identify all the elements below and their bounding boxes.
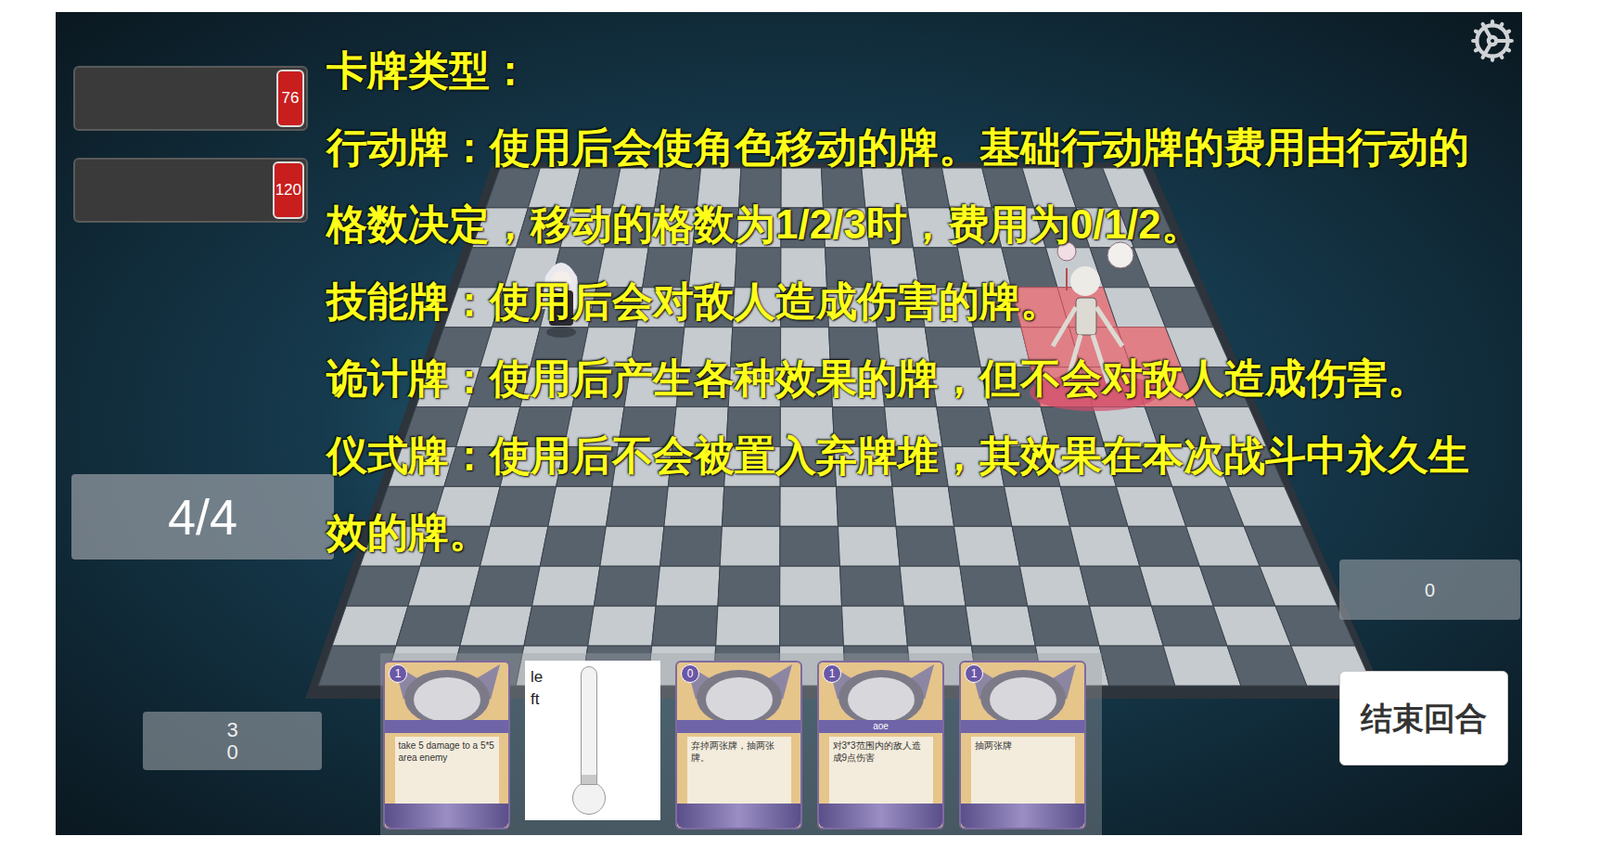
board-cell[interactable]	[1259, 565, 1338, 606]
board-cell[interactable]	[960, 565, 1028, 606]
thermometer-fill	[581, 774, 597, 784]
board-cell[interactable]	[470, 565, 540, 606]
board-cell[interactable]	[593, 565, 660, 606]
board-cell[interactable]	[1079, 565, 1152, 606]
board-cell[interactable]	[721, 486, 781, 526]
tutorial-title: 卡牌类型：	[326, 31, 1486, 109]
deck-counter: 30	[142, 711, 322, 770]
board-cell[interactable]	[332, 605, 409, 646]
thermometer[interactable]	[572, 665, 606, 815]
health-bar: 76	[73, 65, 308, 131]
board-cell[interactable]	[780, 525, 841, 566]
card-cost: 1	[964, 664, 984, 683]
tutorial-line: 行动牌：使用后会使角色移动的牌。基础行动牌的费用由行动的格数决定，移动的格数为1…	[326, 108, 1486, 263]
card-feather	[677, 803, 801, 828]
board-cell[interactable]	[903, 605, 972, 646]
card-title	[960, 719, 1085, 733]
board-cell[interactable]	[1150, 287, 1215, 328]
board-cell[interactable]	[1228, 486, 1302, 526]
board-cell[interactable]	[836, 486, 897, 526]
energy-counter: 4/4	[71, 473, 334, 560]
card-cost: 1	[822, 664, 842, 683]
slider-card[interactable]: left	[524, 660, 661, 820]
board-cell[interactable]	[1089, 605, 1164, 646]
tutorial-line: 诡计牌：使用后产生各种效果的牌，但不会对敌人造成伤害。	[326, 339, 1486, 417]
board-cell[interactable]	[1243, 525, 1320, 566]
board-cell[interactable]	[780, 486, 839, 526]
card-title	[384, 719, 509, 733]
tutorial-line: 技能牌：使用后会对敌人造成伤害的牌。	[326, 262, 1486, 340]
board-cell[interactable]	[600, 525, 665, 566]
board-cell[interactable]	[1027, 605, 1100, 646]
card-text: 弃掉两张牌，抽两张牌。	[687, 736, 792, 804]
hand: take 5 damage to a 5*5 area enemy 1 left 弃掉…	[380, 652, 1102, 835]
card[interactable]: aoe 对3*3范围内的敌人造成9点伤害 1	[817, 660, 945, 830]
board-cell[interactable]	[1134, 247, 1197, 288]
board-cell[interactable]	[1004, 486, 1071, 526]
tutorial-line: 仪式牌：使用后不会被置入弃牌堆，其效果在本次战斗中永久生效的牌。	[326, 416, 1486, 571]
board-cell[interactable]	[896, 525, 960, 566]
draw-pile-count: 3	[226, 718, 238, 742]
end-turn-button[interactable]: 结束回合	[1339, 670, 1509, 766]
board-cell[interactable]	[664, 486, 725, 526]
board-cell[interactable]	[660, 525, 723, 566]
board-cell[interactable]	[892, 486, 955, 526]
board-cell[interactable]	[588, 605, 656, 646]
board-cell[interactable]	[717, 565, 781, 606]
board-cell[interactable]	[716, 605, 781, 646]
board-cell[interactable]	[489, 486, 556, 526]
card-cost: 0	[680, 664, 700, 683]
card-feather	[819, 803, 943, 828]
thermometer-tube	[580, 665, 598, 785]
board-cell[interactable]	[947, 486, 1012, 526]
board-cell[interactable]	[1019, 565, 1089, 606]
board-cell[interactable]	[396, 605, 471, 646]
board-cell[interactable]	[965, 605, 1036, 646]
thermometer-bulb	[572, 780, 606, 815]
card-cost: 1	[388, 664, 408, 683]
board-cell[interactable]	[780, 565, 843, 606]
card-title: aoe	[819, 719, 943, 733]
board-cell[interactable]	[539, 525, 606, 566]
card-text: 抽两张牌	[971, 736, 1076, 804]
card-text: take 5 damage to a 5*5 area enemy	[395, 736, 500, 804]
board-cell[interactable]	[408, 565, 481, 606]
card[interactable]: take 5 damage to a 5*5 area enemy 1	[383, 660, 511, 830]
card[interactable]: 抽两张牌 1	[959, 660, 1087, 830]
board-cell[interactable]	[842, 605, 909, 646]
board-cell[interactable]	[840, 565, 905, 606]
card[interactable]: 弃掉两张牌，抽两张牌。 0	[675, 660, 803, 830]
board-cell[interactable]	[345, 565, 421, 606]
board-cell[interactable]	[480, 525, 549, 566]
health-badge: 76	[276, 69, 305, 128]
board-cell[interactable]	[1099, 645, 1176, 686]
settings-gear-icon[interactable]	[1469, 17, 1516, 64]
board-cell[interactable]	[899, 565, 966, 606]
health-badge: 120	[272, 161, 305, 219]
board-cell[interactable]	[524, 605, 594, 646]
board-cell[interactable]	[655, 565, 720, 606]
board-cell[interactable]	[652, 605, 718, 646]
game-view: 761204/4300结束回合take 5 damage to a 5*5 ar…	[55, 12, 1523, 835]
card-type-tutorial: 卡牌类型：行动牌：使用后会使角色移动的牌。基础行动牌的费用由行动的格数决定，移动…	[326, 31, 1486, 571]
board-cell[interactable]	[548, 486, 613, 526]
card-text: 对3*3范围内的敌人造成9点伤害	[829, 736, 934, 804]
page: 761204/4300结束回合take 5 damage to a 5*5 ar…	[0, 0, 1600, 849]
card-feather	[960, 803, 1085, 828]
health-bar: 120	[73, 157, 308, 223]
side-counter: 0	[1339, 559, 1521, 620]
board-cell[interactable]	[532, 565, 601, 606]
board-cell[interactable]	[954, 525, 1021, 566]
slider-label: left	[530, 665, 547, 711]
board-cell[interactable]	[605, 486, 668, 526]
card-feather	[384, 803, 509, 828]
board-cell[interactable]	[1011, 525, 1080, 566]
board-cell[interactable]	[838, 525, 901, 566]
board-cell[interactable]	[719, 525, 781, 566]
board-cell[interactable]	[780, 605, 845, 646]
board-cell[interactable]	[460, 605, 533, 646]
discard-pile-count: 0	[226, 741, 238, 764]
card-title	[677, 719, 801, 733]
